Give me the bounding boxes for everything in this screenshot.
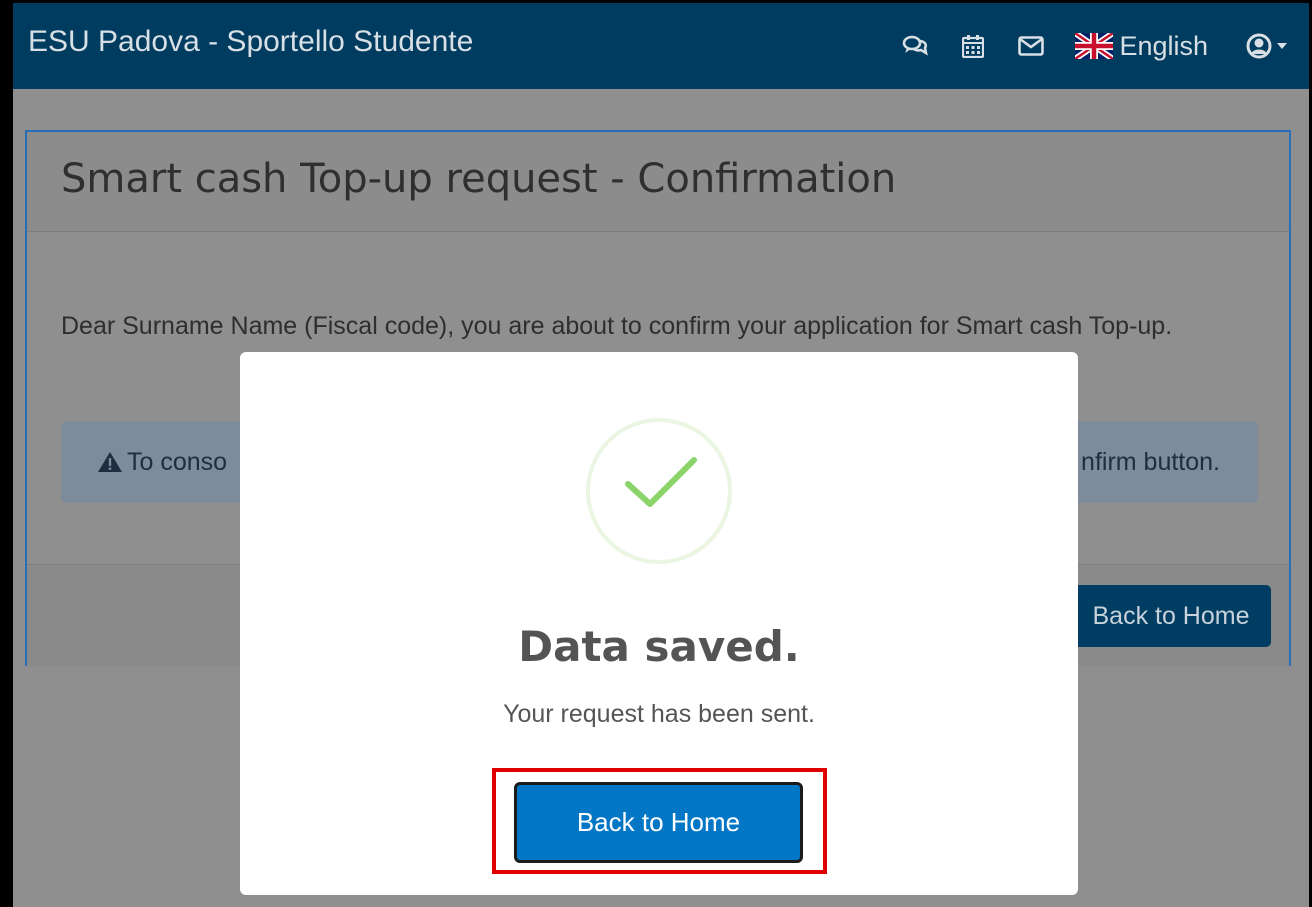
success-modal: Data saved. Your request has been sent. … [240,352,1078,895]
page-title: Smart cash Top-up request - Confirmation [61,156,897,202]
check-icon [625,457,697,507]
top-navbar: ESU Padova - Sportello Studente English [13,3,1309,89]
envelope-icon[interactable] [1011,26,1051,66]
alert-text-right: nfirm button. [1081,448,1220,476]
user-menu[interactable] [1246,33,1287,59]
user-circle-icon [1246,33,1272,59]
panel-header: Smart cash Top-up request - Confirmation [27,132,1289,232]
chevron-down-icon [1277,43,1287,49]
back-to-home-button[interactable]: Back to Home [514,782,803,863]
modal-title: Data saved. [518,622,800,671]
warning-icon [98,452,122,472]
modal-message: Your request has been sent. [503,700,815,728]
app-screen: ESU Padova - Sportello Studente English … [13,3,1309,907]
back-to-home-footer-button[interactable]: Back to Home [1071,585,1271,647]
language-label: English [1119,30,1208,61]
uk-flag-icon [1075,33,1114,59]
confirmation-text: Dear Surname Name (Fiscal code), you are… [61,312,1173,340]
brand-title[interactable]: ESU Padova - Sportello Studente [28,25,473,59]
success-icon-circle [586,418,732,564]
screenshot-frame: ESU Padova - Sportello Studente English … [0,0,1312,907]
calendar-icon[interactable] [953,26,993,66]
alert-text-left: To conso [97,448,227,477]
navbar-actions: English [895,3,1309,89]
chat-icon[interactable] [895,26,935,66]
language-selector[interactable]: English [1075,31,1208,62]
alert-left-label: To conso [127,448,228,476]
